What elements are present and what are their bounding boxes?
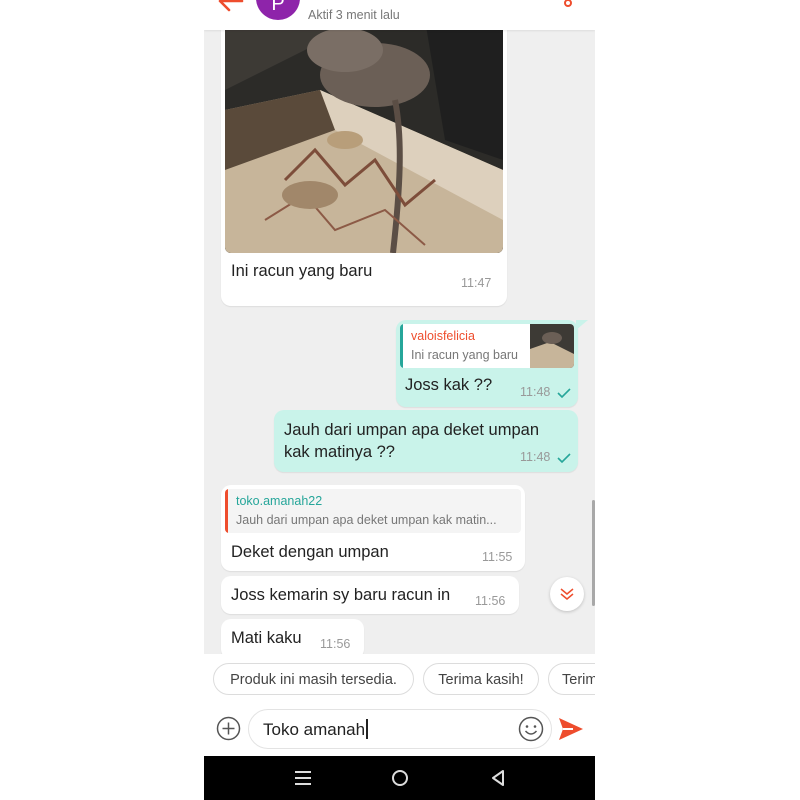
quote-text: Jauh dari umpan apa deket umpan kak mati…	[236, 513, 497, 527]
quote-sender: valoisfelicia	[411, 329, 475, 343]
message-time: 11:56	[475, 594, 506, 608]
quote-thumbnail	[530, 324, 574, 368]
message-time: 11:56	[320, 637, 351, 651]
text-cursor	[366, 719, 369, 739]
message-text: Mati kaku	[231, 629, 302, 647]
incoming-message[interactable]: Joss kemarin sy baru racun in 11:56	[221, 576, 519, 614]
quick-reply-chip[interactable]: Terima	[548, 663, 595, 695]
message-time: 11:55	[482, 550, 513, 564]
avatar[interactable]: P	[256, 0, 300, 20]
quoted-message[interactable]: valoisfelicia Ini racun yang baru	[400, 324, 574, 368]
message-time: 11:48	[520, 385, 551, 399]
message-time: 11:47	[461, 276, 492, 290]
avatar-initial: P	[271, 0, 285, 15]
chevron-double-down-icon	[560, 588, 574, 600]
send-icon[interactable]	[557, 716, 585, 742]
emoji-icon[interactable]	[518, 716, 544, 742]
contact-name[interactable]: C	[310, 0, 322, 4]
incoming-message[interactable]: Mati kaku 11:56	[221, 619, 364, 654]
home-icon[interactable]	[389, 768, 411, 788]
message-photo[interactable]	[225, 30, 503, 253]
back-arrow-icon[interactable]	[216, 0, 246, 14]
more-options-icon[interactable]	[561, 0, 575, 14]
message-text: Joss kak ??	[405, 376, 493, 394]
message-text-line2: kak matinya ??	[284, 443, 395, 461]
message-input[interactable]: Toko amanah	[248, 709, 552, 749]
back-nav-icon[interactable]	[487, 768, 509, 788]
quick-replies-bar: Produk ini masih tersedia. Terima kasih!…	[204, 654, 595, 704]
quick-reply-chip[interactable]: Produk ini masih tersedia.	[213, 663, 414, 695]
recent-apps-icon[interactable]	[292, 768, 314, 788]
read-check-icon	[557, 388, 571, 398]
quote-text: Ini racun yang baru	[411, 348, 519, 362]
incoming-reply-message[interactable]: toko.amanah22 Jauh dari umpan apa deket …	[221, 485, 525, 571]
quote-accent-bar	[225, 489, 228, 533]
scrollbar-thumb[interactable]	[592, 500, 595, 606]
phone-screen: P C Aktif 3 menit lalu	[204, 0, 595, 800]
quote-accent-bar	[400, 324, 403, 368]
bubble-tail	[576, 320, 588, 330]
quote-sender: toko.amanah22	[236, 494, 323, 508]
message-time: 11:48	[520, 450, 551, 464]
system-navigation-bar	[204, 756, 595, 800]
last-active-status: Aktif 3 menit lalu	[308, 8, 400, 22]
input-value: Toko amanah	[263, 720, 366, 739]
quick-reply-chip[interactable]: Terima kasih!	[423, 663, 539, 695]
outgoing-reply-message[interactable]: valoisfelicia Ini racun yang baru Joss k…	[396, 320, 578, 407]
message-input-bar: Toko amanah	[204, 704, 595, 756]
message-text: Joss kemarin sy baru racun in	[231, 586, 451, 604]
chat-header: P C Aktif 3 menit lalu	[204, 0, 595, 30]
outgoing-message[interactable]: Jauh dari umpan apa deket umpan kak mati…	[274, 410, 578, 472]
chat-messages[interactable]: Ini racun yang baru 11:47 valoisfelicia …	[204, 30, 595, 654]
add-attachment-icon[interactable]	[216, 716, 241, 741]
message-text: Deket dengan umpan	[231, 543, 389, 561]
incoming-image-message[interactable]: Ini racun yang baru 11:47	[221, 30, 507, 306]
scroll-to-bottom-button[interactable]	[550, 577, 584, 611]
message-text: Ini racun yang baru	[231, 262, 373, 280]
read-check-icon	[557, 453, 571, 463]
message-text: Jauh dari umpan apa deket umpan	[284, 421, 540, 439]
quoted-message[interactable]: toko.amanah22 Jauh dari umpan apa deket …	[225, 489, 521, 533]
